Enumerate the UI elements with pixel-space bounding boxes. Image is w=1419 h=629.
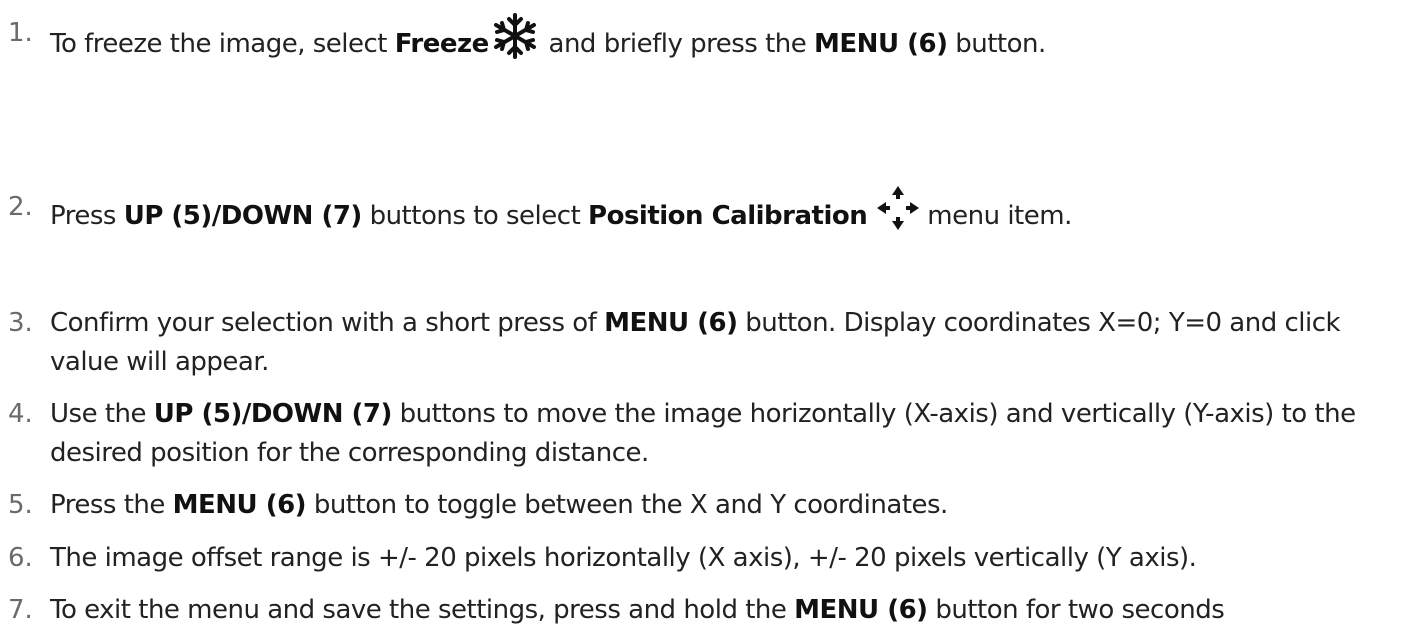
step-text-part: To freeze the image, select xyxy=(50,29,395,59)
step-text-part: button to toggle between the X and Y coo… xyxy=(306,490,949,520)
freeze-label: Freeze xyxy=(394,29,489,59)
up-down-buttons-label: UP (5)/DOWN (7) xyxy=(153,399,393,429)
step-text-part: menu item. xyxy=(919,201,1072,231)
step-text-part: button. xyxy=(947,29,1046,59)
step-text-line2: desired position for the corresponding d… xyxy=(50,438,649,468)
step-text: To exit the menu and save the settings, … xyxy=(50,591,1225,629)
step-text: The image offset range is +/- 20 pixels … xyxy=(50,543,1197,573)
step-text: Use the UP (5)/DOWN (7) buttons to move … xyxy=(50,395,1356,433)
step-number: 1. xyxy=(8,18,33,48)
menu-button-label: MENU (6) xyxy=(172,490,307,520)
step-text-part: and briefly press the xyxy=(540,29,815,59)
position-calibration-label: Position Calibration xyxy=(588,201,868,231)
step-number: 4. xyxy=(8,399,33,429)
step-text-part: button for two seconds xyxy=(927,595,1225,625)
step-text: To freeze the image, select Freeze and b… xyxy=(50,11,1046,75)
step-text-part: Press xyxy=(50,201,124,231)
step-text-part: Confirm your selection with a short pres… xyxy=(50,308,605,338)
step-text-part: To exit the menu and save the settings, … xyxy=(50,595,795,625)
menu-button-label: MENU (6) xyxy=(794,595,928,625)
step-text: Press UP (5)/DOWN (7) buttons to select … xyxy=(50,185,1072,245)
step-number: 7. xyxy=(8,595,33,625)
menu-button-label: MENU (6) xyxy=(814,29,948,59)
move-arrows-icon xyxy=(876,185,920,242)
step-text-part: Press the xyxy=(50,490,173,520)
step-number: 3. xyxy=(8,308,33,338)
step-text-part: Use the xyxy=(50,399,154,429)
step-text-part: button. Display coordinates X=0; Y=0 and… xyxy=(737,308,1341,338)
step-text-part: buttons to move the image horizontally (… xyxy=(391,399,1356,429)
step-number: 5. xyxy=(8,490,33,520)
menu-button-label: MENU (6) xyxy=(604,308,738,338)
step-number: 6. xyxy=(8,543,33,573)
up-down-buttons-label: UP (5)/DOWN (7) xyxy=(123,201,363,231)
step-text-line2: value will appear. xyxy=(50,347,269,377)
step-text: Confirm your selection with a short pres… xyxy=(50,304,1341,342)
step-text: Press the MENU (6) button to toggle betw… xyxy=(50,486,948,524)
step-number: 2. xyxy=(8,192,33,222)
snowflake-icon xyxy=(489,11,541,72)
step-text-part: buttons to select xyxy=(361,201,589,231)
